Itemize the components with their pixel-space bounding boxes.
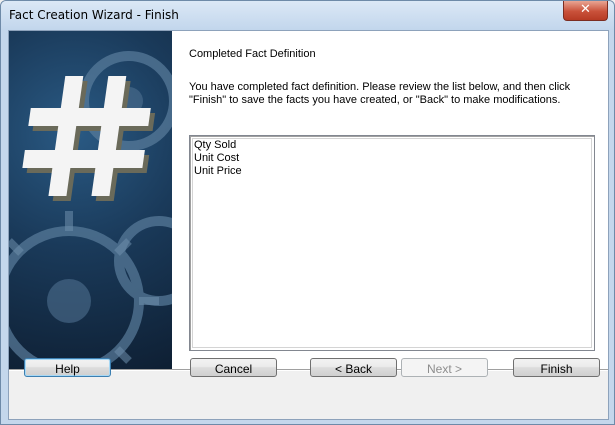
list-item[interactable]: Unit Cost	[193, 152, 591, 165]
facts-listbox-inner: Qty Sold Unit Cost Unit Price	[192, 138, 592, 348]
back-button[interactable]: < Back	[310, 358, 397, 377]
cancel-button[interactable]: Cancel	[190, 358, 277, 377]
next-button[interactable]: Next >	[401, 358, 488, 377]
list-item[interactable]: Qty Sold	[193, 139, 591, 152]
gears-hash-illustration	[9, 51, 172, 369]
title-bar[interactable]: Fact Creation Wizard - Finish ✕	[1, 1, 614, 30]
finish-button[interactable]: Finish	[513, 358, 600, 377]
wizard-side-image	[9, 31, 172, 369]
wizard-page: Completed Fact Definition You have compl…	[9, 31, 608, 369]
page-heading: Completed Fact Definition	[189, 48, 316, 60]
facts-listbox[interactable]: Qty Sold Unit Cost Unit Price	[189, 135, 595, 351]
window-title: Fact Creation Wizard - Finish	[9, 8, 179, 22]
list-item[interactable]: Unit Price	[193, 165, 591, 178]
help-button[interactable]: Help	[24, 358, 111, 377]
page-description: You have completed fact definition. Plea…	[189, 81, 571, 106]
close-button[interactable]: ✕	[563, 1, 608, 21]
